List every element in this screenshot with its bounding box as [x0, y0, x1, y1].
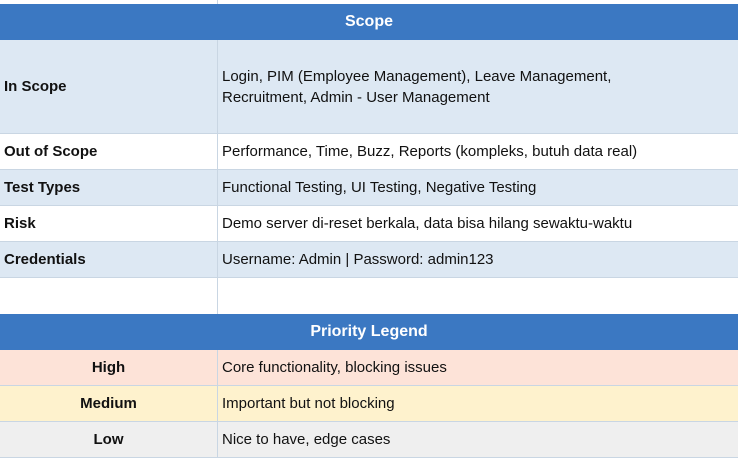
spreadsheet: Scope In Scope Login, PIM (Employee Mana…	[0, 0, 738, 461]
scope-row-in-scope[interactable]: In Scope Login, PIM (Employee Management…	[0, 40, 738, 134]
scope-value-cell[interactable]: Functional Testing, UI Testing, Negative…	[218, 170, 738, 205]
scope-title: Scope	[344, 13, 393, 30]
empty-cell[interactable]	[0, 278, 218, 314]
scope-value-cell[interactable]: Performance, Time, Buzz, Reports (komple…	[218, 134, 738, 169]
priority-row-high[interactable]: High Core functionality, blocking issues	[0, 350, 738, 386]
empty-row[interactable]	[0, 278, 738, 314]
priority-description-cell[interactable]: Core functionality, blocking issues	[218, 350, 738, 385]
priority-description-cell[interactable]: Important but not blocking	[218, 386, 738, 421]
empty-cell[interactable]	[218, 278, 738, 314]
scope-header[interactable]: Scope	[0, 4, 738, 40]
scope-row-risk[interactable]: Risk Demo server di-reset berkala, data …	[0, 206, 738, 242]
scope-value-cell[interactable]: Demo server di-reset berkala, data bisa …	[218, 206, 738, 241]
scope-label-cell[interactable]: In Scope	[0, 40, 218, 133]
scope-label-cell[interactable]: Risk	[0, 206, 218, 241]
scope-label-cell[interactable]: Test Types	[0, 170, 218, 205]
scope-row-credentials[interactable]: Credentials Username: Admin | Password: …	[0, 242, 738, 278]
priority-level-cell[interactable]: Low	[0, 422, 218, 457]
scope-label-cell[interactable]: Credentials	[0, 242, 218, 277]
scope-label-cell[interactable]: Out of Scope	[0, 134, 218, 169]
priority-level-cell[interactable]: High	[0, 350, 218, 385]
priority-title: Priority Legend	[310, 323, 428, 340]
priority-row-low[interactable]: Low Nice to have, edge cases	[0, 422, 738, 458]
priority-header[interactable]: Priority Legend	[0, 314, 738, 350]
priority-row-medium[interactable]: Medium Important but not blocking	[0, 386, 738, 422]
priority-description-cell[interactable]: Nice to have, edge cases	[218, 422, 738, 457]
scope-row-test-types[interactable]: Test Types Functional Testing, UI Testin…	[0, 170, 738, 206]
scope-row-out-of-scope[interactable]: Out of Scope Performance, Time, Buzz, Re…	[0, 134, 738, 170]
scope-value-cell[interactable]: Username: Admin | Password: admin123	[218, 242, 738, 277]
scope-value-cell[interactable]: Login, PIM (Employee Management), Leave …	[218, 40, 738, 133]
priority-level-cell[interactable]: Medium	[0, 386, 218, 421]
